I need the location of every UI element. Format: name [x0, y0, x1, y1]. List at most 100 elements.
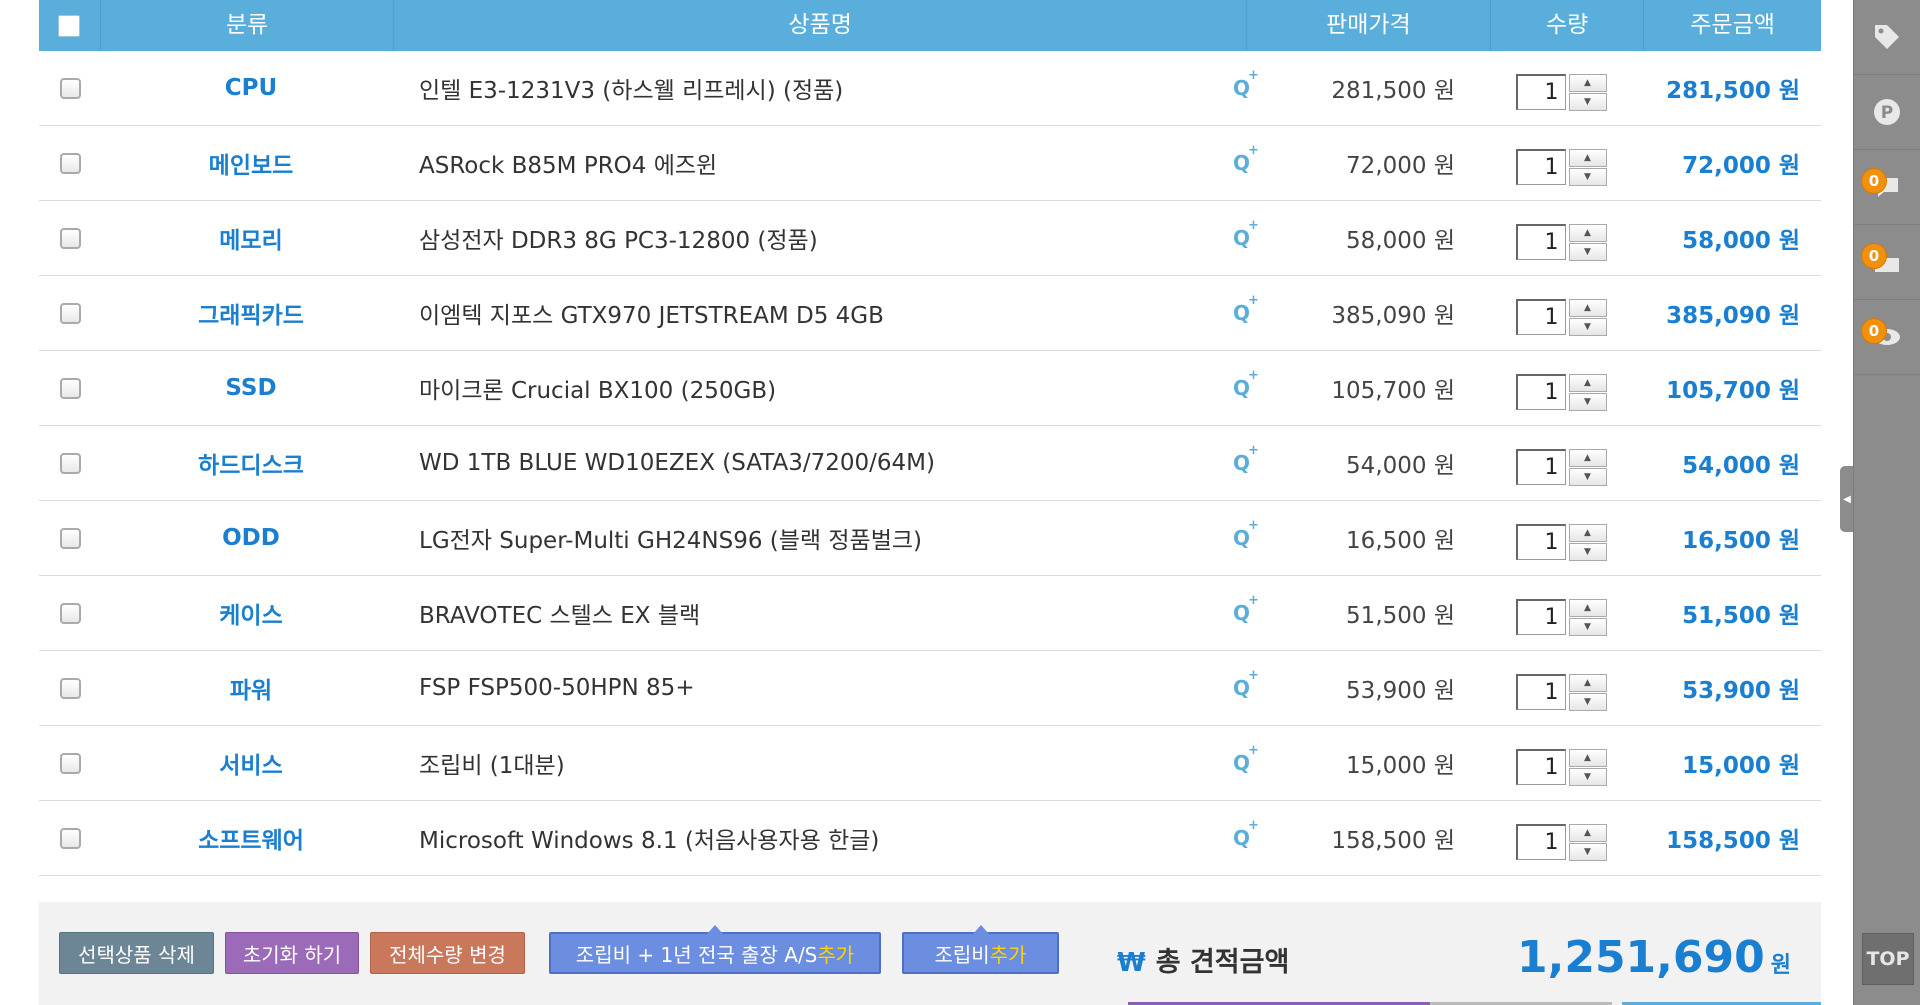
quantity-input[interactable]: 1: [1515, 299, 1566, 335]
sidebar-item-chat[interactable]: 0: [1854, 150, 1920, 225]
stepper-up-icon[interactable]: ▲: [1568, 223, 1607, 242]
sidebar-item-point[interactable]: P: [1854, 75, 1920, 150]
quantity-stepper[interactable]: ▲ ▼: [1568, 823, 1607, 861]
zoom-plus-icon[interactable]: Q +: [1233, 743, 1273, 776]
reset-button[interactable]: 초기화 하기: [225, 932, 359, 974]
quantity-input[interactable]: 1: [1515, 599, 1566, 635]
row-category[interactable]: 케이스: [101, 596, 401, 630]
row-product-name[interactable]: 이엠텍 지포스 GTX970 JETSTREAM D5 4GB: [401, 296, 1233, 330]
row-checkbox[interactable]: [59, 602, 81, 624]
quantity-stepper[interactable]: ▲ ▼: [1568, 748, 1607, 786]
row-checkbox[interactable]: [59, 527, 81, 549]
quantity-stepper[interactable]: ▲ ▼: [1568, 448, 1607, 486]
stepper-up-icon[interactable]: ▲: [1568, 373, 1607, 392]
scroll-top-button[interactable]: TOP: [1862, 933, 1914, 985]
quantity-input[interactable]: 1: [1515, 224, 1566, 260]
zoom-plus-icon[interactable]: Q +: [1233, 293, 1273, 326]
change-all-quantity-button[interactable]: 전체수량 변경: [370, 932, 525, 974]
quantity-input[interactable]: 1: [1515, 449, 1566, 485]
stepper-up-icon[interactable]: ▲: [1568, 823, 1607, 842]
row-product-name[interactable]: LG전자 Super-Multi GH24NS96 (블랙 정품벌크): [401, 521, 1233, 555]
quantity-stepper[interactable]: ▲ ▼: [1568, 298, 1607, 336]
quantity-stepper[interactable]: ▲ ▼: [1568, 148, 1607, 186]
stepper-down-icon[interactable]: ▼: [1568, 617, 1607, 636]
quantity-stepper[interactable]: ▲ ▼: [1568, 373, 1607, 411]
quantity-stepper[interactable]: ▲ ▼: [1568, 598, 1607, 636]
zoom-plus-icon[interactable]: Q +: [1233, 368, 1273, 401]
row-category[interactable]: 소프트웨어: [101, 821, 401, 855]
quantity-stepper[interactable]: ▲ ▼: [1568, 523, 1607, 561]
row-product-name[interactable]: 조립비 (1대분): [401, 746, 1233, 780]
zoom-plus-icon[interactable]: Q +: [1233, 593, 1273, 626]
row-checkbox[interactable]: [59, 227, 81, 249]
stepper-down-icon[interactable]: ▼: [1568, 767, 1607, 786]
sidebar-item-compare[interactable]: 0: [1854, 225, 1920, 300]
row-category[interactable]: ODD: [101, 525, 401, 551]
stepper-up-icon[interactable]: ▲: [1568, 298, 1607, 317]
stepper-down-icon[interactable]: ▼: [1568, 692, 1607, 711]
stepper-up-icon[interactable]: ▲: [1568, 148, 1607, 167]
stepper-down-icon[interactable]: ▼: [1568, 542, 1607, 561]
stepper-up-icon[interactable]: ▲: [1568, 73, 1607, 92]
row-product-name[interactable]: BRAVOTEC 스텔스 EX 블랙: [401, 596, 1233, 630]
stepper-down-icon[interactable]: ▼: [1568, 242, 1607, 261]
row-product-name[interactable]: WD 1TB BLUE WD10EZEX (SATA3/7200/64M): [401, 450, 1233, 476]
stepper-down-icon[interactable]: ▼: [1568, 467, 1607, 486]
stepper-up-icon[interactable]: ▲: [1568, 523, 1607, 542]
quantity-stepper[interactable]: ▲ ▼: [1568, 73, 1607, 111]
sidebar-toggle-handle[interactable]: ◀: [1840, 466, 1854, 532]
row-category[interactable]: 메인보드: [101, 146, 401, 180]
sidebar-item-viewed[interactable]: 0: [1854, 300, 1920, 375]
stepper-down-icon[interactable]: ▼: [1568, 92, 1607, 111]
quantity-input[interactable]: 1: [1515, 374, 1566, 410]
row-checkbox[interactable]: [59, 302, 81, 324]
add-assembly-button[interactable]: 조립비 추가: [902, 925, 1059, 974]
quantity-input[interactable]: 1: [1515, 149, 1566, 185]
stepper-up-icon[interactable]: ▲: [1568, 748, 1607, 767]
row-product-name[interactable]: FSP FSP500-50HPN 85+: [401, 675, 1233, 701]
row-checkbox[interactable]: [59, 827, 81, 849]
row-product-name[interactable]: 마이크론 Crucial BX100 (250GB): [401, 371, 1233, 405]
quantity-input[interactable]: 1: [1515, 749, 1566, 785]
quantity-input[interactable]: 1: [1515, 824, 1566, 860]
row-product-name[interactable]: ASRock B85M PRO4 에즈윈: [401, 146, 1233, 180]
zoom-plus-icon[interactable]: Q +: [1233, 518, 1273, 551]
quantity-input[interactable]: 1: [1515, 674, 1566, 710]
row-checkbox[interactable]: [59, 677, 81, 699]
zoom-plus-icon[interactable]: Q +: [1233, 218, 1273, 251]
quantity-stepper[interactable]: ▲ ▼: [1568, 673, 1607, 711]
select-all-checkbox[interactable]: [58, 14, 81, 37]
row-product-name[interactable]: Microsoft Windows 8.1 (처음사용자용 한글): [401, 821, 1233, 855]
quantity-input[interactable]: 1: [1515, 524, 1566, 560]
row-category[interactable]: 파워: [101, 671, 401, 705]
row-checkbox[interactable]: [59, 452, 81, 474]
zoom-plus-icon[interactable]: Q +: [1233, 668, 1273, 701]
quantity-input[interactable]: 1: [1515, 74, 1566, 110]
row-product-name[interactable]: 인텔 E3-1231V3 (하스웰 리프레시) (정품): [401, 71, 1233, 105]
row-product-name[interactable]: 삼성전자 DDR3 8G PC3-12800 (정품): [401, 221, 1233, 255]
zoom-plus-icon[interactable]: Q +: [1233, 143, 1273, 176]
stepper-down-icon[interactable]: ▼: [1568, 317, 1607, 336]
row-checkbox[interactable]: [59, 77, 81, 99]
add-assembly-as-button[interactable]: 조립비 + 1년 전국 출장 A/S 추가: [549, 925, 881, 974]
row-category[interactable]: 메모리: [101, 221, 401, 255]
stepper-down-icon[interactable]: ▼: [1568, 392, 1607, 411]
zoom-plus-icon[interactable]: Q +: [1233, 443, 1273, 476]
zoom-plus-icon[interactable]: Q +: [1233, 68, 1273, 101]
stepper-up-icon[interactable]: ▲: [1568, 598, 1607, 617]
stepper-up-icon[interactable]: ▲: [1568, 448, 1607, 467]
row-category[interactable]: 하드디스크: [101, 446, 401, 480]
sidebar-item-tag[interactable]: [1854, 0, 1920, 75]
row-checkbox[interactable]: [59, 152, 81, 174]
quantity-stepper[interactable]: ▲ ▼: [1568, 223, 1607, 261]
row-category[interactable]: SSD: [101, 375, 401, 401]
stepper-up-icon[interactable]: ▲: [1568, 673, 1607, 692]
zoom-plus-icon[interactable]: Q +: [1233, 818, 1273, 851]
row-category[interactable]: 그래픽카드: [101, 296, 401, 330]
row-checkbox[interactable]: [59, 377, 81, 399]
stepper-down-icon[interactable]: ▼: [1568, 842, 1607, 861]
row-checkbox[interactable]: [59, 752, 81, 774]
stepper-down-icon[interactable]: ▼: [1568, 167, 1607, 186]
delete-selected-button[interactable]: 선택상품 삭제: [59, 932, 214, 974]
row-category[interactable]: CPU: [101, 75, 401, 101]
